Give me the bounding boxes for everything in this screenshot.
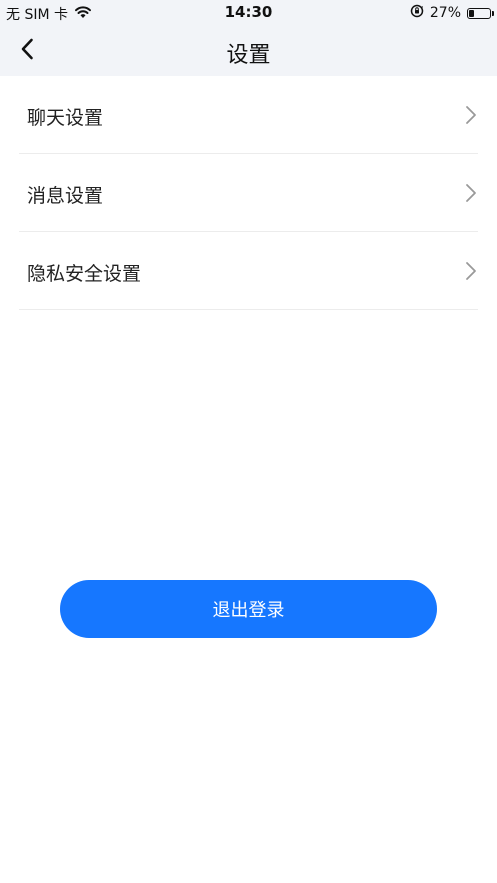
page-title: 设置 [226,43,271,68]
chevron-right-icon [464,183,478,203]
battery-icon [467,7,494,19]
settings-item-message[interactable]: 消息设置 [19,154,478,232]
nav-bar: 设置 [0,26,497,76]
chevron-right-icon [464,261,478,281]
settings-item-label: 隐私安全设置 [27,263,142,285]
settings-item-chat[interactable]: 聊天设置 [19,76,478,154]
logout-label: 退出登录 [212,600,285,621]
settings-screen: 无 SIM 卡 14:30 27% 设置 聊天设置 消息设置 隐私安全设置 退出… [0,0,497,883]
battery-percent: 27% [429,5,461,21]
settings-list: 聊天设置 消息设置 隐私安全设置 [19,76,478,310]
orientation-lock-icon [410,4,424,22]
chevron-right-icon [464,105,478,125]
battery-fill [469,9,474,17]
settings-item-privacy[interactable]: 隐私安全设置 [19,232,478,310]
settings-item-label: 消息设置 [27,185,104,207]
logout-button[interactable]: 退出登录 [60,580,437,638]
status-bar: 无 SIM 卡 14:30 27% [0,0,497,26]
status-right: 27% [410,4,494,22]
settings-item-label: 聊天设置 [27,107,104,129]
